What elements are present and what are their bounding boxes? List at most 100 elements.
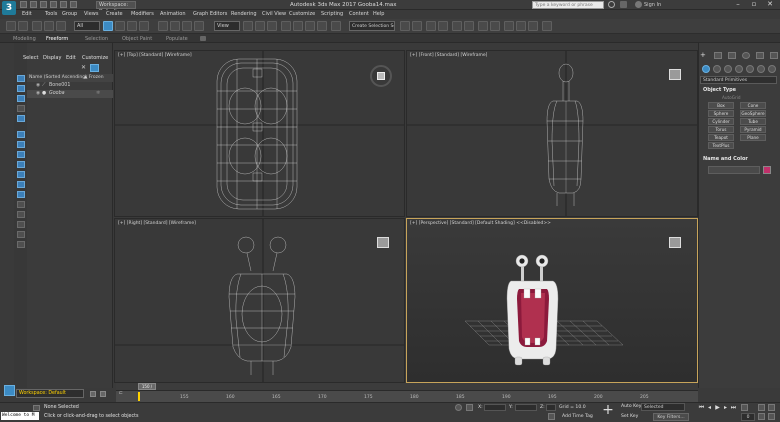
explorer-row[interactable]: ◉ ⟋ Bone001	[27, 82, 113, 90]
visibility-eye-icon[interactable]: ◉	[36, 82, 40, 90]
edit-named-selection-icon[interactable]	[331, 21, 341, 31]
viewcube-icon[interactable]	[669, 237, 681, 248]
align-icon[interactable]	[412, 21, 422, 31]
maxscript-listener-icon[interactable]	[4, 385, 15, 396]
link-icon[interactable]	[32, 21, 42, 31]
teapot-button[interactable]: Teapot	[708, 134, 734, 141]
maxscript-mini-listener[interactable]: Welcome to M	[1, 412, 39, 420]
add-time-tag-button[interactable]: Add Time Tag	[562, 414, 593, 419]
absolute-mode-icon[interactable]	[466, 404, 473, 411]
menu-content[interactable]: Content	[349, 11, 369, 17]
viewport-perspective[interactable]: [+] [Perspective] [Standard] [Default Sh…	[406, 218, 698, 383]
sphere-button[interactable]: Sphere	[708, 110, 734, 117]
create-selection-set-dropdown[interactable]: Create Selection Se	[349, 21, 395, 31]
tab-freeform[interactable]: Freeform	[46, 36, 68, 42]
placement-icon[interactable]	[194, 21, 204, 31]
close-icon[interactable]: ✕	[762, 0, 778, 9]
unlink-icon[interactable]	[44, 21, 54, 31]
time-tag-icon[interactable]	[548, 413, 555, 420]
time-slider[interactable]	[116, 383, 698, 390]
pivot-center-icon[interactable]	[243, 21, 253, 31]
angle-snap-icon[interactable]	[293, 21, 303, 31]
viewcube-icon[interactable]	[370, 65, 392, 87]
key-selection-dropdown[interactable]: Selected	[641, 403, 685, 411]
graphite-ribbon-icon[interactable]	[452, 21, 462, 31]
track-bar[interactable]	[116, 390, 698, 402]
render-setup-icon[interactable]	[504, 21, 514, 31]
viewport-front[interactable]: [+] [Front] [Standard] [Wireframe]	[406, 50, 698, 217]
render-production-icon[interactable]	[528, 21, 538, 31]
ribbon-options-icon[interactable]	[200, 36, 206, 41]
tube-button[interactable]: Tube	[740, 118, 766, 125]
object-color-swatch[interactable]	[763, 166, 771, 174]
primitive-type-dropdown[interactable]: Standard Primitives	[700, 76, 777, 84]
menu-create[interactable]: Create	[106, 11, 123, 17]
undo-icon[interactable]	[50, 1, 57, 8]
viewport-top[interactable]: [+] [Top] [Standard] [Wireframe]	[114, 50, 405, 217]
mirror-icon[interactable]	[400, 21, 410, 31]
window-crossing-icon[interactable]	[139, 21, 149, 31]
menu-help[interactable]: Help	[373, 11, 384, 17]
explorer-row-selected[interactable]: ◉ ● Gooba ❄	[27, 90, 113, 98]
display-cameras-icon[interactable]	[17, 151, 25, 158]
display-groups-icon[interactable]	[17, 181, 25, 188]
helpers-icon[interactable]	[746, 65, 754, 73]
select-by-name-icon[interactable]	[115, 21, 125, 31]
curve-editor-icon[interactable]	[464, 21, 474, 31]
menu-scripting[interactable]: Scripting	[321, 11, 343, 17]
selection-lock-icon[interactable]	[33, 405, 40, 411]
next-frame-icon[interactable]: ▸	[722, 404, 729, 411]
create-tab-icon[interactable]: +	[700, 52, 708, 59]
save-file-icon[interactable]	[40, 1, 47, 8]
explorer-tab-edit[interactable]: Edit	[66, 55, 76, 61]
select-object-icon[interactable]	[103, 21, 113, 31]
orbit-icon[interactable]	[768, 413, 775, 420]
torus-button[interactable]: Torus	[708, 126, 734, 133]
auto-key-button[interactable]: Auto Key	[621, 404, 641, 409]
explorer-tab-display[interactable]: Display	[43, 55, 61, 61]
display-hidden-icon[interactable]	[17, 231, 25, 238]
app-logo-icon[interactable]: 3	[2, 1, 16, 15]
project-folder-icon[interactable]	[70, 1, 77, 8]
layer-explorer-icon[interactable]	[438, 21, 448, 31]
set-key-plus-icon[interactable]: +	[601, 403, 615, 417]
percent-snap-icon[interactable]	[305, 21, 315, 31]
user-icon[interactable]	[635, 1, 642, 8]
layer-manager-icon[interactable]	[100, 391, 106, 397]
tab-populate[interactable]: Populate	[166, 36, 188, 42]
explorer-tab-select[interactable]: Select	[23, 55, 38, 61]
create-select-icon[interactable]	[17, 75, 25, 82]
cart-icon[interactable]	[620, 1, 627, 8]
rendered-frame-window-icon[interactable]	[516, 21, 526, 31]
cameras-icon[interactable]	[735, 65, 743, 73]
object-name-field[interactable]	[708, 166, 760, 174]
autogrid-checkbox[interactable]: AutoGrid	[722, 95, 741, 100]
tab-object-paint[interactable]: Object Paint	[122, 36, 152, 42]
menu-edit[interactable]: Edit	[22, 11, 32, 17]
track-bar-menu-icon[interactable]: ⊏	[119, 391, 123, 396]
time-slider-handle[interactable]: 150 / 16	[138, 383, 156, 395]
selection-region-icon[interactable]	[127, 21, 137, 31]
display-shapes-icon[interactable]	[17, 131, 25, 138]
time-config-icon[interactable]	[758, 404, 765, 411]
cone-button[interactable]: Cone	[740, 102, 766, 109]
spinner-snap-icon[interactable]	[317, 21, 327, 31]
menu-tools[interactable]: Tools	[45, 11, 57, 17]
key-filters-button[interactable]: Key Filters...	[653, 413, 689, 421]
rotate-icon[interactable]	[170, 21, 180, 31]
pyramid-button[interactable]: Pyramid	[740, 126, 766, 133]
delete-icon[interactable]	[90, 391, 96, 397]
viewport-right[interactable]: [+] [Right] [Standard] [Wireframe]	[114, 218, 405, 383]
geosphere-button[interactable]: GeoSphere	[740, 110, 766, 117]
material-editor-icon[interactable]	[490, 21, 500, 31]
keyboard-shortcut-icon[interactable]	[267, 21, 277, 31]
selection-filter-dropdown[interactable]: All	[74, 21, 100, 31]
hierarchy-tab-icon[interactable]	[728, 52, 736, 59]
open-file-icon[interactable]	[30, 1, 37, 8]
undo-scene-icon[interactable]	[6, 21, 16, 31]
display-xrefs-icon[interactable]	[17, 191, 25, 198]
key-mode-icon[interactable]	[741, 404, 748, 411]
geometry-icon[interactable]	[702, 65, 710, 73]
current-frame-field[interactable]: 0	[741, 413, 755, 421]
display-lights-icon[interactable]	[17, 141, 25, 148]
